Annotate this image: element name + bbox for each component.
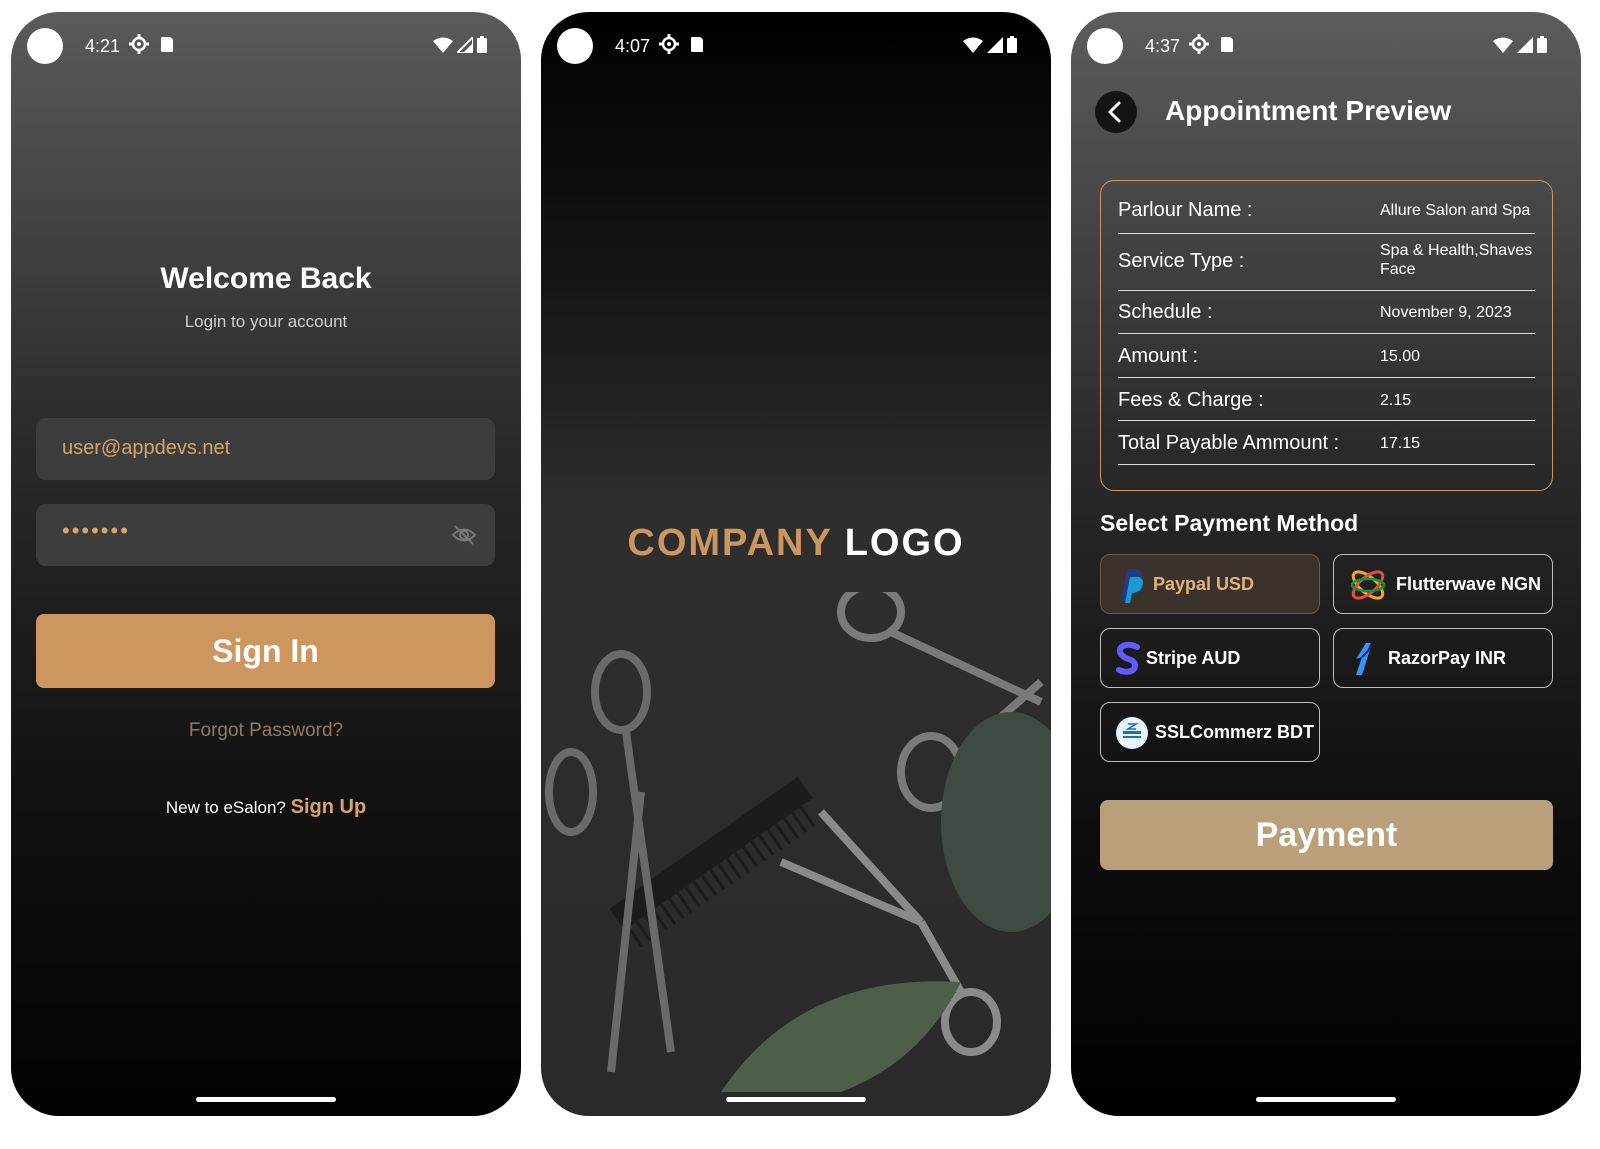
sd-card-icon xyxy=(161,37,173,52)
camera-cutout xyxy=(27,28,63,64)
payment-section-title: Select Payment Method xyxy=(1100,510,1359,536)
paypal-icon xyxy=(1121,569,1143,603)
status-bar: 4:37 xyxy=(1071,12,1581,78)
login-subtitle: Login to your account xyxy=(184,312,348,331)
signup-row: New to eSalon? Sign Up xyxy=(11,796,521,819)
signal-icon xyxy=(457,36,473,53)
logo-word-logo: LOGO xyxy=(844,522,965,564)
eye-off-icon[interactable] xyxy=(451,524,477,546)
email-value: user@appdevs.net xyxy=(62,437,231,459)
detail-label: Fees & Charge : xyxy=(1118,389,1264,411)
battery-icon xyxy=(1537,36,1547,53)
wifi-icon xyxy=(963,37,983,53)
payment-method-flutterwave[interactable]: Flutterwave NGN xyxy=(1333,554,1553,614)
detail-value: 2.15 xyxy=(1380,392,1412,409)
status-bar: 4:21 xyxy=(11,12,521,78)
detail-row: Schedule : November 9, 2023 xyxy=(1118,291,1535,334)
detail-value: November 9, 2023 xyxy=(1380,304,1512,321)
detail-row: Total Payable Ammount : 17.15 xyxy=(1118,421,1535,465)
detail-row: Parlour Name : Allure Salon and Spa xyxy=(1118,189,1535,234)
sign-in-button[interactable]: Sign In xyxy=(36,614,495,688)
page-title: Appointment Preview xyxy=(1165,95,1452,126)
detail-row: Amount : 15.00 xyxy=(1118,334,1535,378)
wifi-icon xyxy=(433,37,453,53)
stripe-icon xyxy=(1116,641,1140,675)
detail-label: Amount : xyxy=(1118,345,1199,367)
welcome-title: Welcome Back xyxy=(160,262,372,295)
home-indicator xyxy=(726,1097,866,1102)
payment-method-razorpay[interactable]: RazorPay INR xyxy=(1333,628,1553,688)
payment-button[interactable]: Payment xyxy=(1100,800,1553,870)
payment-method-label: Flutterwave NGN xyxy=(1396,574,1542,594)
sd-card-icon xyxy=(691,37,703,52)
status-bar: 4:07 xyxy=(541,12,1051,78)
appointment-preview-screen: 4:37 Appointment Preview Parlour Name : … xyxy=(1071,12,1581,1116)
payment-method-label: RazorPay INR xyxy=(1388,648,1507,668)
gear-icon xyxy=(1189,34,1209,54)
signal-icon xyxy=(987,36,1003,53)
detail-value: Spa & Health,Shaves Face xyxy=(1380,242,1533,278)
payment-method-stripe[interactable]: Stripe AUD xyxy=(1100,628,1320,688)
email-field[interactable]: user@appdevs.net xyxy=(36,418,495,480)
signal-icon xyxy=(1517,36,1533,53)
detail-label: Service Type : xyxy=(1118,250,1245,272)
sslcommerz-icon xyxy=(1116,717,1148,749)
salon-tools-background-image xyxy=(545,592,1051,1092)
camera-cutout xyxy=(557,28,593,64)
detail-label: Total Payable Ammount : xyxy=(1118,432,1340,454)
payment-method-label: Stripe AUD xyxy=(1146,648,1241,668)
detail-value: 17.15 xyxy=(1380,435,1421,452)
status-time: 4:21 xyxy=(85,36,121,56)
status-time: 4:07 xyxy=(615,36,651,56)
detail-value: 15.00 xyxy=(1380,348,1421,365)
detail-row: Fees & Charge : 2.15 xyxy=(1118,378,1535,421)
flutterwave-icon xyxy=(1350,570,1386,600)
detail-label: Schedule : xyxy=(1118,301,1213,323)
detail-value: Allure Salon and Spa xyxy=(1380,202,1531,219)
wifi-icon xyxy=(1493,37,1513,53)
payment-method-label: SSLCommerz BDT xyxy=(1155,722,1315,742)
login-screen: 4:21 Welcome Back Login to your account … xyxy=(11,12,521,1116)
camera-cutout xyxy=(1087,28,1123,64)
password-value: ••••••• xyxy=(62,518,130,543)
payment-method-paypal[interactable]: Paypal USD xyxy=(1100,554,1320,614)
appointment-details-card: Parlour Name : Allure Salon and Spa Serv… xyxy=(1100,180,1553,491)
payment-method-sslcommerz[interactable]: SSLCommerz BDT xyxy=(1100,702,1320,762)
company-logo: COMPANY LOGO xyxy=(541,522,1051,565)
splash-screen: 4:07 COMPANY LOGO xyxy=(541,12,1051,1116)
sd-card-icon xyxy=(1221,37,1233,52)
home-indicator xyxy=(196,1097,336,1102)
chevron-left-icon xyxy=(1108,101,1121,123)
sign-up-link[interactable]: Sign Up xyxy=(291,796,367,818)
battery-icon xyxy=(1007,36,1017,53)
gear-icon xyxy=(129,34,149,54)
detail-label: Parlour Name : xyxy=(1118,199,1253,221)
payment-method-label: Paypal USD xyxy=(1153,574,1255,594)
logo-word-company: COMPANY xyxy=(627,522,833,564)
battery-icon xyxy=(477,36,487,53)
gear-icon xyxy=(659,34,679,54)
status-time: 4:37 xyxy=(1145,36,1181,56)
detail-row: Service Type : Spa & Health,Shaves Face xyxy=(1118,234,1535,291)
new-user-text: New to eSalon? xyxy=(165,798,286,817)
razorpay-icon xyxy=(1356,642,1373,675)
password-field[interactable]: ••••••• xyxy=(36,504,495,566)
back-button[interactable] xyxy=(1095,91,1137,133)
home-indicator xyxy=(1256,1097,1396,1102)
forgot-password-link[interactable]: Forgot Password? xyxy=(11,720,521,742)
